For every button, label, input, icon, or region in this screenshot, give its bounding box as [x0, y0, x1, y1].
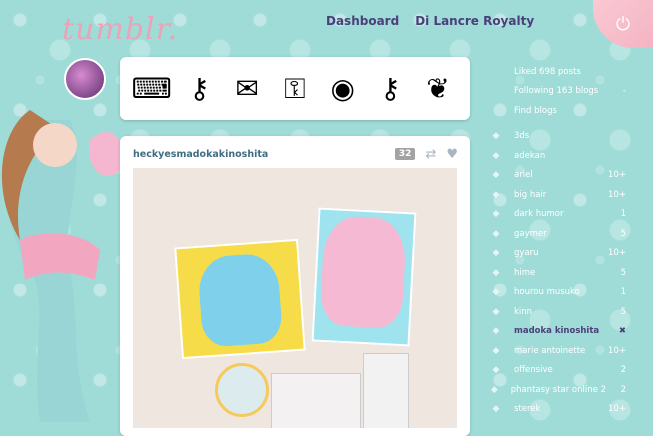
- tag-icon: ◆: [492, 365, 500, 376]
- tag-count: 5: [620, 267, 626, 278]
- tag-icon: ◆: [492, 189, 500, 200]
- art-card-blue-hair: [174, 238, 306, 360]
- tag-label: gyaru: [514, 248, 539, 259]
- tag-icon: ◆: [492, 131, 500, 142]
- sidebar-link-following[interactable]: Following 163 blogs -: [486, 82, 626, 102]
- group-photo: [271, 373, 361, 428]
- tag-count: 10+: [608, 248, 626, 259]
- sidebar: Liked 698 posts Following 163 blogs - Fi…: [486, 62, 626, 419]
- tag-icon: ◆: [492, 267, 500, 278]
- tag-icon: ◆: [492, 326, 500, 337]
- tag-label: phantasy star online 2: [510, 384, 606, 395]
- post-photo[interactable]: [133, 168, 457, 428]
- bow-icon: ❦: [426, 72, 450, 105]
- tag-icon: ◆: [492, 170, 500, 181]
- tag-count: 5: [620, 306, 626, 317]
- sticker-mirror: [215, 363, 269, 417]
- note-count[interactable]: 32: [394, 148, 416, 160]
- tag-label: madoka kinoshita: [514, 326, 600, 337]
- tumblr-logo[interactable]: tumblr.: [62, 12, 178, 47]
- tag-label: adekan: [514, 150, 546, 161]
- tag-count: 10+: [608, 170, 626, 181]
- tag-label: 3ds: [514, 131, 530, 142]
- typewriter-icon: ⌨: [131, 72, 173, 105]
- tracked-tag-ariel[interactable]: ◆ ariel 10+: [486, 166, 626, 186]
- post-tools: 32 ⇄ ♥: [394, 147, 458, 162]
- tag-count: 1: [620, 209, 626, 220]
- tag-label: marie antoinette: [514, 345, 586, 356]
- tag-label: gaymer: [514, 228, 547, 239]
- tracked-tag-big-hair[interactable]: ◆ big hair 10+: [486, 185, 626, 205]
- tag-icon: ◆: [490, 384, 498, 395]
- tag-label: sterek: [514, 404, 541, 415]
- tag-count: 10+: [608, 404, 626, 415]
- reblog-icon[interactable]: ⇄: [425, 147, 436, 162]
- tag-icon: ◆: [492, 150, 500, 161]
- tracked-tag-hourou-musuko[interactable]: ◆ hourou musuko 1: [486, 283, 626, 303]
- sidebar-link-find-blogs[interactable]: Find blogs: [486, 101, 626, 121]
- art-card-pink-hair: [311, 207, 417, 347]
- tracked-tag-3ds[interactable]: ◆ 3ds: [486, 127, 626, 147]
- tag-label: offensive: [514, 365, 553, 376]
- avatar[interactable]: [64, 58, 106, 100]
- envelope-icon: ✉: [235, 72, 259, 105]
- tag-count: 2: [620, 384, 626, 395]
- tag-remove-button[interactable]: ✖: [602, 326, 626, 336]
- tag-label: big hair: [514, 189, 547, 200]
- post-header: heckyesmadokakinoshita 32 ⇄ ♥: [133, 145, 458, 163]
- tracked-tag-offensive[interactable]: ◆ offensive 2: [486, 361, 626, 381]
- key-icon: ⚷: [189, 72, 210, 105]
- blog-link[interactable]: Di Lancre Royalty: [415, 14, 534, 28]
- tag-icon: ◆: [492, 345, 500, 356]
- tag-icon: ◆: [492, 306, 500, 317]
- tracked-tag-sterek[interactable]: ◆ sterek 10+: [486, 400, 626, 420]
- tracked-tag-adekan[interactable]: ◆ adekan: [486, 146, 626, 166]
- small-print: [363, 353, 409, 428]
- top-navigation: Dashboard Di Lancre Royalty: [326, 14, 534, 28]
- tag-label: hime: [514, 267, 536, 278]
- tracked-tag-phantasy-star-online-2[interactable]: ◆ phantasy star online 2 2: [486, 380, 626, 400]
- tracked-tags: ◆ 3ds ◆ adekan ◆ ariel 10+ ◆ big hair 10+ ◆ dark hu…: [486, 127, 626, 420]
- sidebar-link-likes[interactable]: Liked 698 posts: [486, 62, 626, 82]
- tag-label: dark humor: [514, 209, 564, 220]
- tracked-tag-gyaru[interactable]: ◆ gyaru 10+: [486, 244, 626, 264]
- tag-label: ariel: [514, 170, 533, 181]
- tracked-tag-madoka-kinoshita[interactable]: ◆ madoka kinoshita ✖: [486, 322, 626, 342]
- tracked-tag-gaymer[interactable]: ◆ gaymer 5: [486, 224, 626, 244]
- tag-count: 10+: [608, 189, 626, 200]
- tracked-tag-hime[interactable]: ◆ hime 5: [486, 263, 626, 283]
- tag-icon: ◆: [492, 404, 500, 415]
- tag-icon: ◆: [492, 228, 500, 239]
- tracked-tag-dark-humor[interactable]: ◆ dark humor 1: [486, 205, 626, 225]
- tag-icon: ◆: [492, 248, 500, 259]
- cameo-icon: ◉: [330, 72, 355, 105]
- power-icon: ⏻: [615, 13, 631, 35]
- tag-count: 1: [620, 287, 626, 298]
- tag-count: 2: [620, 365, 626, 376]
- post-card: heckyesmadokakinoshita 32 ⇄ ♥: [120, 136, 470, 436]
- dashboard-link[interactable]: Dashboard: [326, 14, 399, 28]
- mermaid-illustration: [1, 110, 123, 422]
- header-banner: ⌨ ⚷ ✉ ⚿ ◉ ⚷ ❦: [120, 57, 470, 120]
- tag-label: kinn: [514, 306, 533, 317]
- key-icon: ⚿: [284, 71, 306, 105]
- key-icon: ⚷: [380, 72, 401, 105]
- tag-icon: ◆: [492, 287, 500, 298]
- logout-button[interactable]: ⏻: [593, 0, 653, 48]
- heart-icon[interactable]: ♥: [446, 147, 458, 162]
- tag-icon: ◆: [492, 209, 500, 220]
- tag-count: 5: [620, 228, 626, 239]
- tag-label: hourou musuko: [514, 287, 580, 298]
- tracked-tag-kinn[interactable]: ◆ kinn 5: [486, 302, 626, 322]
- tag-count: 10+: [608, 345, 626, 356]
- post-username[interactable]: heckyesmadokakinoshita: [133, 149, 268, 160]
- tracked-tag-marie-antoinette[interactable]: ◆ marie antoinette 10+: [486, 341, 626, 361]
